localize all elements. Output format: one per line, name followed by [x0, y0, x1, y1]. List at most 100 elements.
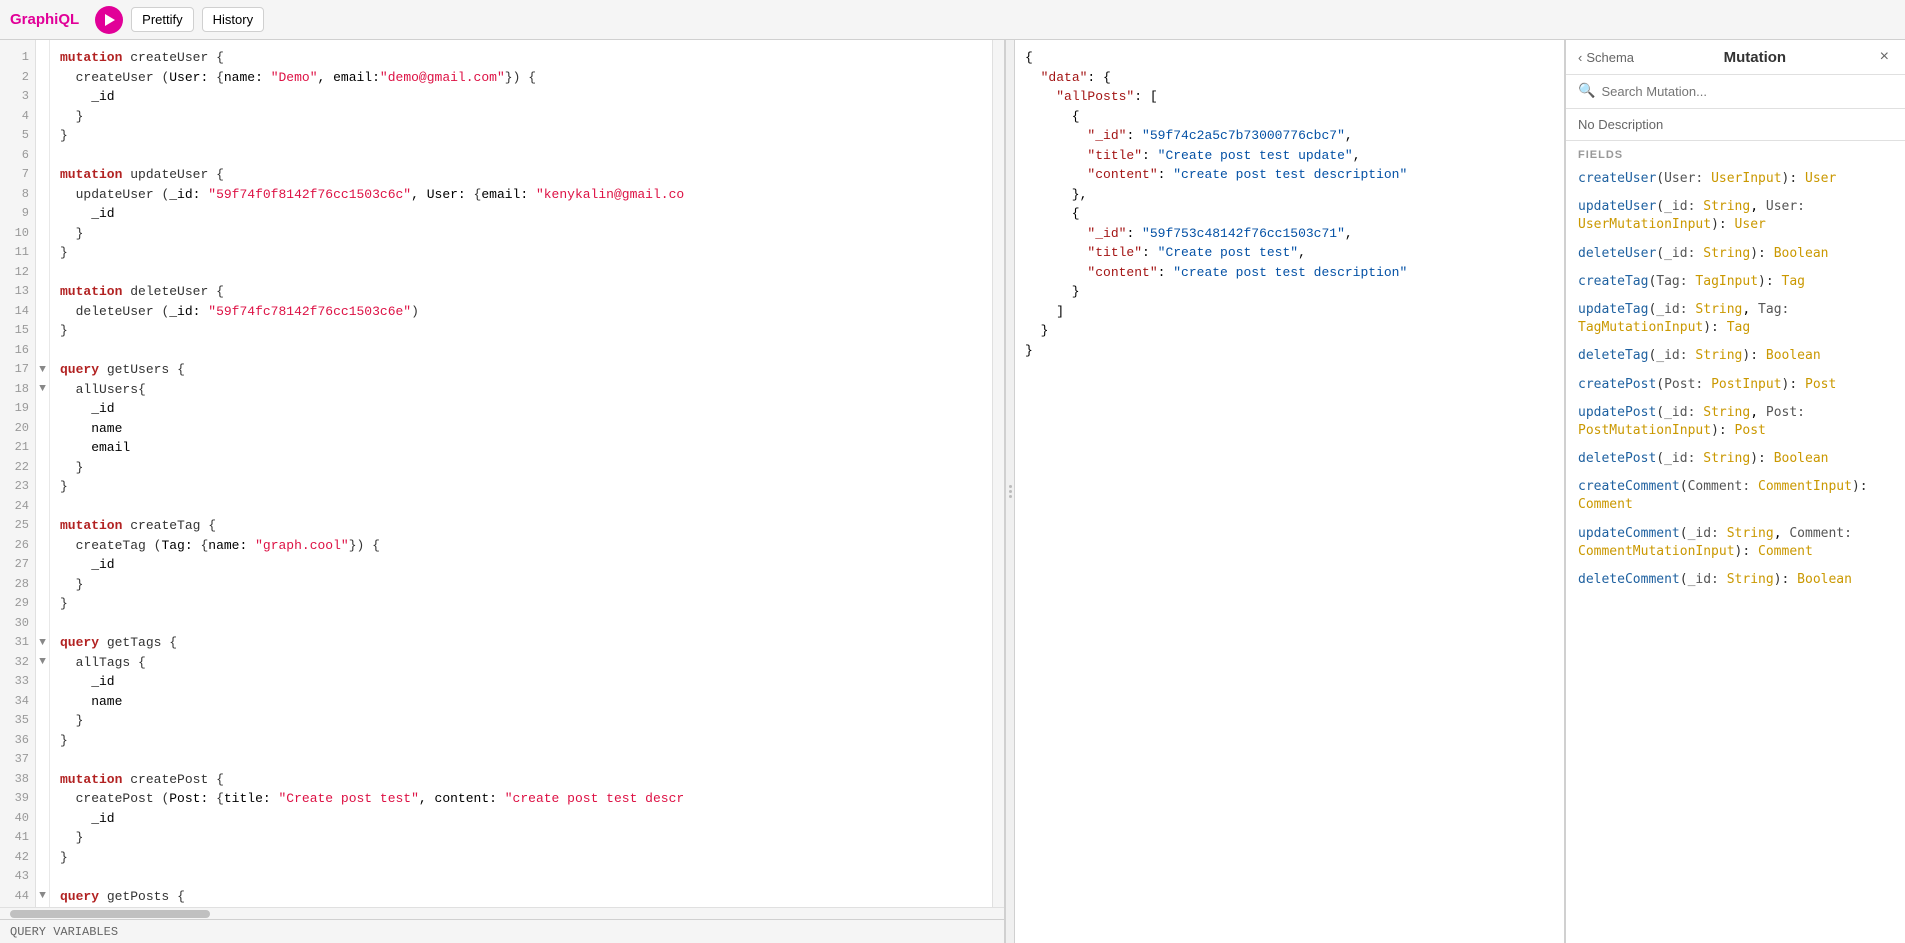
docs-field-item[interactable]: updateUser(_id: String, User: UserMutati… [1578, 193, 1893, 239]
docs-field-item[interactable]: createPost(Post: PostInput): Post [1578, 371, 1893, 399]
vertical-scrollbar[interactable] [992, 40, 1004, 907]
fold-arrow [36, 321, 49, 341]
line-number: 26 [6, 536, 29, 556]
fold-arrow [36, 497, 49, 517]
docs-field-item[interactable]: deleteComment(_id: String): Boolean [1578, 566, 1893, 594]
fold-arrow [36, 750, 49, 770]
docs-panel-title: Mutation [1642, 49, 1868, 66]
line-number: 23 [6, 477, 29, 497]
prettify-button[interactable]: Prettify [131, 7, 193, 32]
docs-search-bar: 🔍 [1566, 75, 1905, 109]
fold-arrow [36, 594, 49, 614]
fold-arrow [36, 87, 49, 107]
line-number: 35 [6, 711, 29, 731]
line-number: 6 [6, 146, 29, 166]
fold-arrow[interactable]: ▼ [36, 653, 49, 673]
fold-arrow [36, 126, 49, 146]
line-number: 4 [6, 107, 29, 127]
docs-field-item[interactable]: deleteUser(_id: String): Boolean [1578, 240, 1893, 268]
resizer-dot [1009, 490, 1012, 493]
chevron-left-icon: ‹ [1578, 50, 1582, 65]
line-number: 42 [6, 848, 29, 868]
line-number: 44 [6, 887, 29, 907]
line-number: 10 [6, 224, 29, 244]
docs-field-item[interactable]: createUser(User: UserInput): User [1578, 165, 1893, 193]
line-number: 37 [6, 750, 29, 770]
line-number: 16 [6, 341, 29, 361]
fold-arrow [36, 204, 49, 224]
line-number: 24 [6, 497, 29, 517]
fold-arrow [36, 282, 49, 302]
line-number: 3 [6, 87, 29, 107]
code-editor[interactable]: mutation createUser { createUser (User: … [50, 40, 992, 907]
line-number: 41 [6, 828, 29, 848]
fold-arrow [36, 555, 49, 575]
fold-arrow [36, 48, 49, 68]
docs-search-input[interactable] [1601, 84, 1893, 99]
fold-arrow [36, 770, 49, 790]
line-number: 9 [6, 204, 29, 224]
docs-field-item[interactable]: updateComment(_id: String, Comment: Comm… [1578, 520, 1893, 566]
docs-close-button[interactable]: × [1876, 48, 1893, 66]
run-button[interactable] [95, 6, 123, 34]
fold-arrow [36, 536, 49, 556]
line-number: 7 [6, 165, 29, 185]
docs-field-item[interactable]: updatePost(_id: String, Post: PostMutati… [1578, 399, 1893, 445]
schema-back-link[interactable]: ‹ Schema [1578, 50, 1634, 65]
fold-arrow [36, 107, 49, 127]
main-container: 1234567891011121314151617181920212223242… [0, 40, 1905, 943]
line-number: 12 [6, 263, 29, 283]
fold-arrow[interactable]: ▼ [36, 633, 49, 653]
docs-field-item[interactable]: createComment(Comment: CommentInput): Co… [1578, 473, 1893, 519]
fold-arrow [36, 516, 49, 536]
line-number: 17 [6, 360, 29, 380]
editor-panel: 1234567891011121314151617181920212223242… [0, 40, 1005, 943]
line-number: 31 [6, 633, 29, 653]
fold-arrow [36, 672, 49, 692]
query-variables-bar[interactable]: QUERY VARIABLES [0, 919, 1004, 943]
resizer-dot [1009, 495, 1012, 498]
line-number: 43 [6, 867, 29, 887]
line-number: 14 [6, 302, 29, 322]
line-number: 29 [6, 594, 29, 614]
fold-arrow[interactable]: ▼ [36, 887, 49, 907]
line-number: 32 [6, 653, 29, 673]
fold-arrow [36, 731, 49, 751]
fold-arrow [36, 789, 49, 809]
docs-field-item[interactable]: deletePost(_id: String): Boolean [1578, 445, 1893, 473]
result-content: { "data": { "allPosts": [ { "_id": "59f7… [1015, 40, 1564, 943]
line-number: 36 [6, 731, 29, 751]
docs-description: No Description [1566, 109, 1905, 141]
docs-field-item[interactable]: deleteTag(_id: String): Boolean [1578, 342, 1893, 370]
app-logo: GraphiQL [10, 11, 79, 28]
docs-fields-header: FIELDS [1566, 141, 1905, 165]
resizer-handle[interactable] [1005, 40, 1015, 943]
docs-panel: ‹ Schema Mutation × 🔍 No Description FIE… [1565, 40, 1905, 943]
editor-area: 1234567891011121314151617181920212223242… [0, 40, 1004, 907]
fold-arrow [36, 165, 49, 185]
line-number: 27 [6, 555, 29, 575]
fold-arrow [36, 224, 49, 244]
fold-arrow [36, 867, 49, 887]
fold-arrow [36, 438, 49, 458]
line-numbers: 1234567891011121314151617181920212223242… [0, 40, 36, 907]
fold-arrow[interactable]: ▼ [36, 380, 49, 400]
h-scrollbar-thumb [10, 910, 210, 918]
fold-arrow [36, 458, 49, 478]
docs-field-item[interactable]: updateTag(_id: String, Tag: TagMutationI… [1578, 296, 1893, 342]
line-number: 11 [6, 243, 29, 263]
resizer-dot [1009, 485, 1012, 488]
docs-field-item[interactable]: createTag(Tag: TagInput): Tag [1578, 268, 1893, 296]
line-number: 38 [6, 770, 29, 790]
history-button[interactable]: History [202, 7, 264, 32]
fold-arrow [36, 692, 49, 712]
horizontal-scrollbar[interactable] [0, 907, 1004, 919]
fold-arrow[interactable]: ▼ [36, 360, 49, 380]
search-icon: 🔍 [1578, 83, 1595, 100]
fold-arrow [36, 399, 49, 419]
fold-arrow [36, 711, 49, 731]
line-number: 28 [6, 575, 29, 595]
line-number: 34 [6, 692, 29, 712]
fold-column[interactable]: ▼▼▼▼▼▼▼ [36, 40, 50, 907]
fold-arrow [36, 828, 49, 848]
